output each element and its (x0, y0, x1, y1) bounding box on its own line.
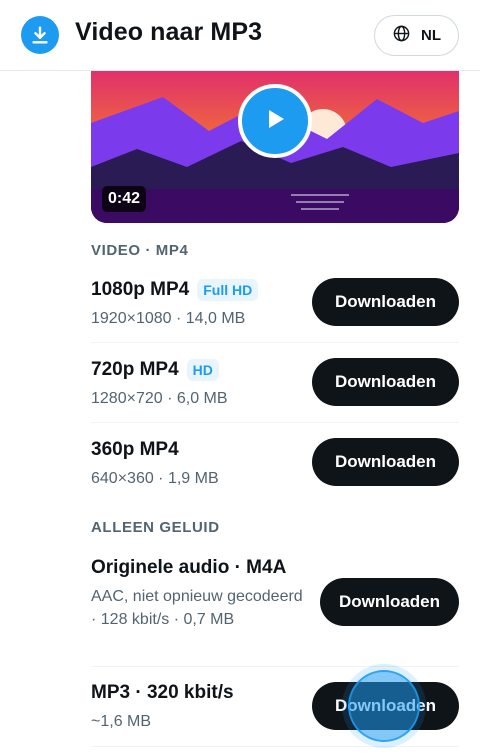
list-item: 360p MP4 640×360 · 1,9 MB Downloaden (91, 423, 459, 503)
app-title: Video naar MP3 (75, 18, 263, 46)
format-name: MP3 · 320 kbit/s (91, 682, 234, 703)
download-button[interactable]: Downloaden (312, 358, 459, 406)
quality-badge: HD (186, 359, 219, 381)
video-thumbnail[interactable] (91, 71, 459, 223)
list-item: 720p MP4 HD 1280×720 · 6,0 MB Downloaden (91, 343, 459, 423)
list-item: 1080p MP4 Full HD 1920×1080 · 14,0 MB Do… (91, 263, 459, 343)
format-meta: 640×360 · 1,9 MB (91, 470, 219, 487)
format-name: 1080p MP4 (91, 279, 190, 300)
download-button[interactable]: Downloaden (312, 278, 459, 326)
play-button[interactable] (238, 84, 312, 158)
language-button[interactable]: NL (374, 15, 459, 56)
tap-ripple (348, 670, 420, 742)
section-audio-label: ALLEEN GELUID (91, 519, 220, 536)
format-meta: 1280×720 · 6,0 MB (91, 390, 228, 407)
download-button[interactable]: Downloaden (312, 438, 459, 486)
format-meta: AAC, niet opnieuw gecodeerd · 128 kbit/s… (91, 588, 303, 628)
download-button[interactable]: Downloaden (320, 578, 459, 626)
section-video-label: VIDEO · MP4 (91, 242, 189, 259)
quality-badge: Full HD (197, 279, 259, 301)
play-icon (263, 107, 287, 136)
globe-icon (392, 24, 411, 47)
video-duration: 0:42 (102, 186, 147, 212)
format-name: Originele audio · M4A (91, 557, 287, 578)
format-name: 720p MP4 (91, 359, 179, 380)
list-item: Originele audio · M4A AAC, niet opnieuw … (91, 545, 459, 667)
format-name: 360p MP4 (91, 439, 179, 460)
download-icon (21, 16, 59, 54)
app-header: Video naar MP3 NL (0, 0, 480, 71)
language-label: NL (421, 27, 441, 44)
format-meta: ~1,6 MB (91, 713, 152, 730)
format-meta: 1920×1080 · 14,0 MB (91, 310, 246, 327)
